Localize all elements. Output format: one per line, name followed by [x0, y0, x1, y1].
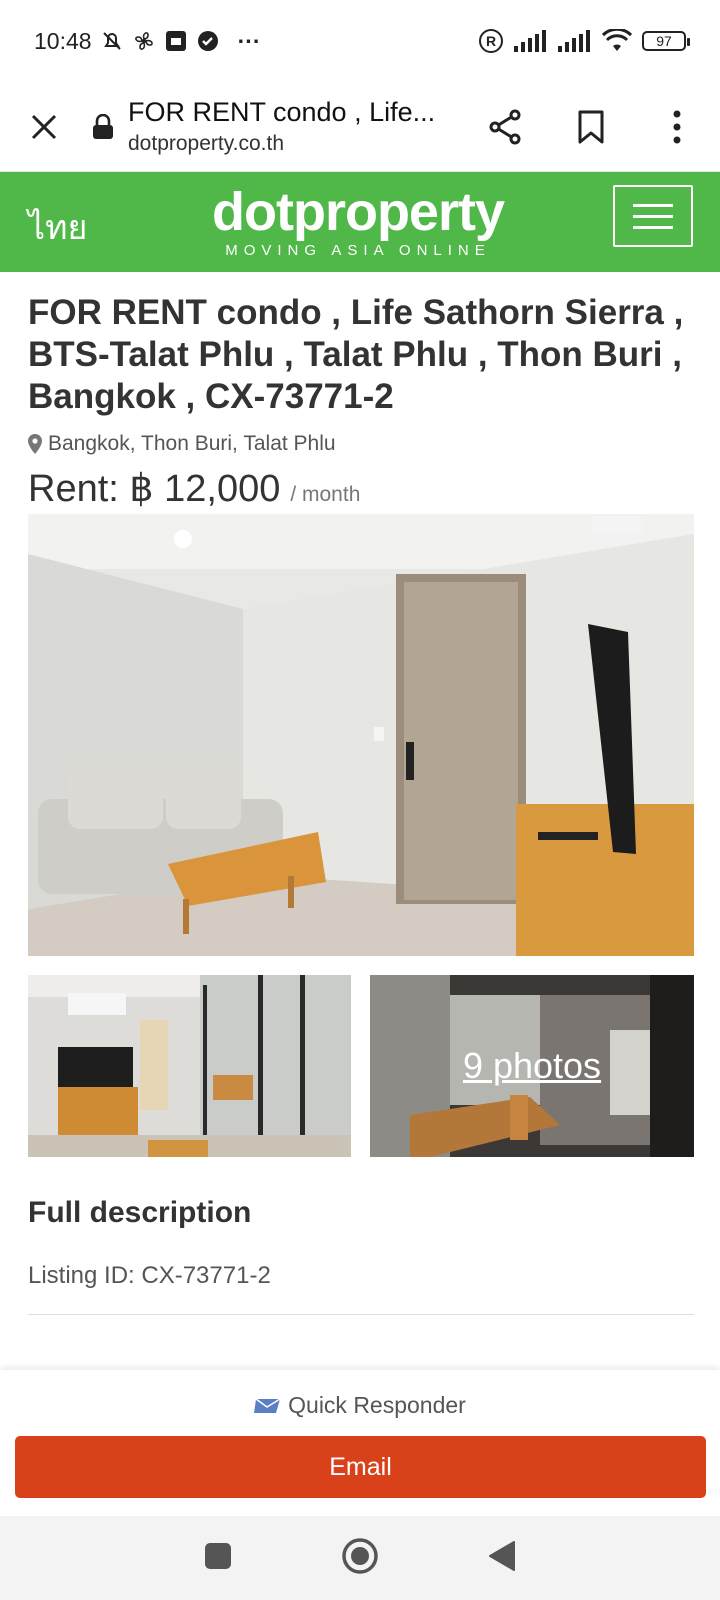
close-tab-button[interactable]	[0, 82, 88, 172]
menu-bar	[633, 214, 673, 218]
photos-count-link[interactable]: 9 photos	[370, 1045, 694, 1087]
clock: 10:48	[34, 27, 92, 54]
share-button[interactable]	[462, 82, 548, 172]
app-notification-icon	[164, 29, 188, 53]
signal-icon	[558, 30, 592, 52]
envelope-icon	[254, 1397, 281, 1413]
check-badge-icon	[196, 29, 220, 53]
language-switch-link[interactable]: ไทย	[28, 200, 87, 254]
registered-icon: R	[478, 28, 504, 54]
more-notifications-indicator: ···	[237, 27, 261, 54]
status-bar: 10:48 ··· R 97	[0, 0, 720, 82]
home-circle-icon	[342, 1537, 378, 1574]
quick-responder-badge: Quick Responder	[0, 1392, 720, 1419]
logo-tagline: MOVING ASIA ONLINE	[225, 242, 491, 259]
listing-id: Listing ID: CX-73771-2	[28, 1262, 271, 1289]
signal-icon	[514, 30, 548, 52]
address-bar[interactable]: FOR RENT condo , Life... dotproperty.co.…	[128, 97, 462, 156]
bookmark-button[interactable]	[548, 82, 634, 172]
square-icon	[205, 1542, 232, 1569]
site-logo[interactable]: dotproperty MOVING ASIA ONLINE	[208, 184, 508, 260]
battery-level: 97	[656, 33, 672, 49]
more-options-button[interactable]	[634, 82, 720, 172]
page-title: FOR RENT condo , Life...	[128, 97, 436, 127]
main-listing-photo[interactable]	[28, 514, 694, 956]
bookmark-icon	[578, 110, 604, 143]
map-pin-icon	[28, 434, 42, 454]
logo-text: dotproperty	[212, 182, 505, 242]
full-description-heading: Full description	[28, 1196, 252, 1229]
mute-bell-icon	[100, 29, 124, 53]
back-button[interactable]	[488, 1540, 516, 1577]
site-header: ไทย dotproperty MOVING ASIA ONLINE	[0, 172, 720, 272]
contact-panel: Quick Responder Email	[0, 1370, 720, 1516]
rent-amount: Rent: ฿ 12,000	[28, 468, 281, 510]
system-navigation-bar	[0, 1516, 720, 1600]
back-triangle-icon	[488, 1540, 515, 1571]
recent-apps-button[interactable]	[204, 1542, 232, 1575]
battery-icon: 97	[642, 31, 690, 51]
home-button[interactable]	[341, 1537, 379, 1580]
wifi-icon	[602, 29, 632, 53]
listing-location: Bangkok, Thon Buri, Talat Phlu	[28, 432, 336, 456]
section-divider	[28, 1314, 694, 1315]
menu-bar	[633, 225, 673, 229]
quick-responder-label: Quick Responder	[288, 1392, 466, 1418]
hamburger-menu-button[interactable]	[613, 185, 693, 247]
svg-text:R: R	[486, 33, 496, 49]
listing-photo-gallery-link[interactable]: 9 photos	[370, 975, 694, 1157]
rent-period: / month	[290, 483, 361, 506]
location-text: Bangkok, Thon Buri, Talat Phlu	[48, 432, 336, 455]
listing-title: FOR RENT condo , Life Sathorn Sierra , B…	[28, 293, 684, 416]
share-icon	[489, 109, 521, 144]
more-vert-icon	[673, 110, 681, 143]
email-button[interactable]: Email	[15, 1436, 706, 1498]
fan-icon	[132, 29, 156, 53]
rent-price: Rent: ฿ 12,000 / month	[28, 466, 360, 511]
close-icon	[31, 114, 57, 139]
lock-icon[interactable]	[88, 113, 118, 140]
listing-photo-thumbnail[interactable]	[28, 975, 351, 1157]
menu-bar	[633, 203, 673, 207]
browser-toolbar: FOR RENT condo , Life... dotproperty.co.…	[0, 82, 720, 172]
page-domain: dotproperty.co.th	[128, 132, 285, 155]
